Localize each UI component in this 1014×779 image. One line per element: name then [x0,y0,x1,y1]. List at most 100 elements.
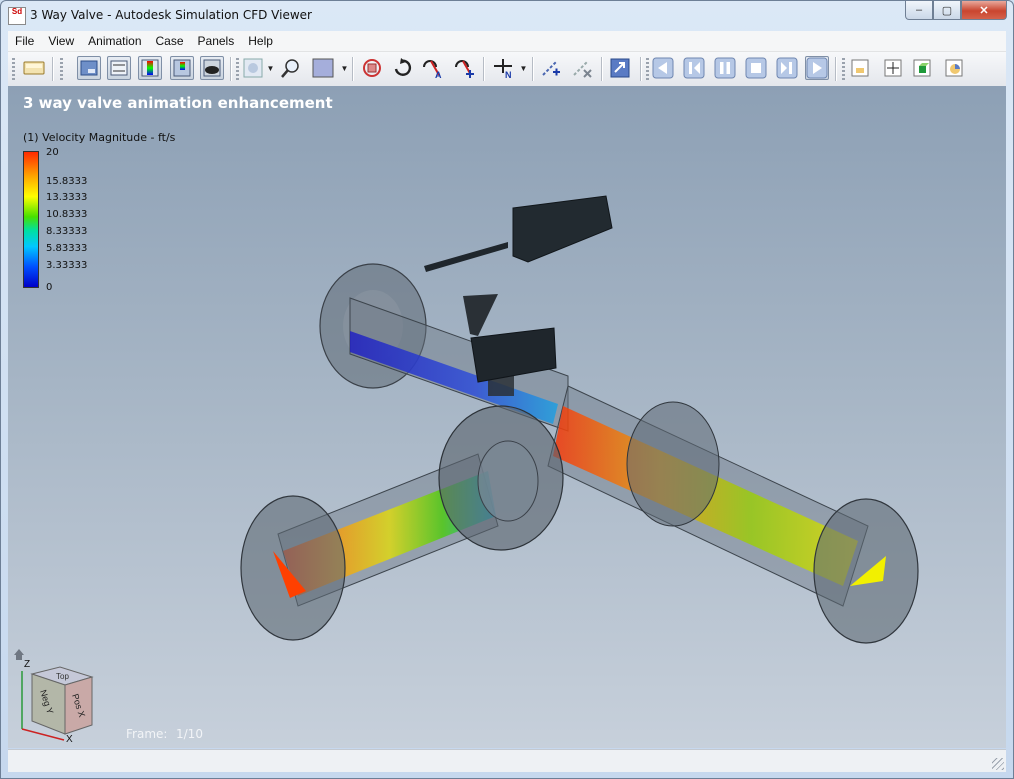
frame-counter: 1/10 [176,727,203,741]
shaded-view-button[interactable] [200,56,224,80]
menu-case[interactable]: Case [149,31,191,51]
list-view-icon [110,60,128,76]
rotate-button[interactable] [391,56,415,80]
toolbar-separator [483,57,485,81]
pause-icon [714,57,736,79]
close-button[interactable]: ✕ [961,1,1007,20]
menu-panels[interactable]: Panels [191,31,242,51]
step-back-button[interactable] [682,56,706,80]
shaded-view-icon [203,59,221,77]
window-title: 3 Way Valve - Autodesk Simulation CFD Vi… [30,8,312,22]
clear-measure-button[interactable] [570,56,594,80]
step-forward-icon [776,57,798,79]
panel-3d-icon [913,59,931,77]
maximize-button[interactable]: ▢ [933,1,961,20]
svg-text:A: A [435,70,442,79]
rotate-about-a-icon: A [423,60,442,79]
toolbar-grip[interactable] [646,58,649,80]
background-color-dropdown[interactable]: ▼ [340,56,349,80]
stop-button[interactable] [744,56,768,80]
background-color-button[interactable] [311,56,335,80]
rotate-icon [394,58,412,76]
fit-view-dropdown[interactable]: ▼ [266,56,275,80]
results-legend-icon [173,59,191,77]
step-back-icon [683,57,705,79]
toolbar-separator [532,57,534,81]
toolbar-grip[interactable] [60,58,63,80]
minimize-button[interactable]: – [905,1,933,20]
app-window: Sd 3 Way Valve - Autodesk Simulation CFD… [0,0,1014,779]
axis-x-label: X [66,734,73,745]
panel-chart-button[interactable] [942,56,966,80]
results-legend-button[interactable] [170,56,194,80]
play-icon [806,57,828,79]
panel-bottom-icon [851,59,869,77]
panel-bottom-button[interactable] [848,56,872,80]
toolbar-separator [52,57,54,81]
open-file-icon [23,61,45,75]
toolbar-separator [640,57,642,81]
first-frame-button[interactable] [651,56,675,80]
export-icon [610,58,630,78]
home-icon[interactable] [14,649,24,655]
menu-file[interactable]: File [8,31,41,51]
pause-button[interactable] [713,56,737,80]
reset-view-icon [363,59,381,77]
view-normal-button[interactable]: N [491,56,515,80]
measure-distance-icon [542,60,560,76]
view-normal-dropdown[interactable]: ▼ [519,56,528,80]
toolbar-grip[interactable] [12,58,15,80]
table-view-button[interactable] [77,56,101,80]
background-color-icon [312,58,334,78]
view-normal-icon: N [494,59,512,79]
valve-model[interactable] [8,86,1006,748]
home-icon-base [16,655,22,660]
rotate-about-b-icon [455,60,474,78]
panel-cross-button[interactable] [881,56,905,80]
panel-chart-icon [945,59,963,77]
stop-icon [745,57,767,79]
open-file-button[interactable] [22,56,46,80]
color-legend-icon [141,59,159,77]
frame-label: Frame: [126,727,168,741]
title-bar: Sd 3 Way Valve - Autodesk Simulation CFD… [1,1,1013,31]
cube-label-top: Top [56,672,69,681]
toolbar-separator [230,57,232,81]
app-icon[interactable]: Sd [8,7,26,25]
rotate-about-b-button[interactable] [453,56,477,80]
toolbar-separator [352,57,354,81]
window-controls: – ▢ ✕ [905,1,1007,20]
menu-bar: File View Animation Case Panels Help [8,31,1006,52]
menu-view[interactable]: View [41,31,81,51]
toolbar-grip[interactable] [236,58,239,80]
flange-left [240,495,346,641]
play-button[interactable] [805,56,829,80]
menu-help[interactable]: Help [241,31,280,51]
toolbar: ▼ ▼ A N ▼ [8,52,1006,87]
fit-view-icon [243,58,263,78]
menu-animation[interactable]: Animation [81,31,148,51]
svg-text:N: N [505,70,512,79]
export-button[interactable] [608,56,632,80]
resize-grip[interactable] [992,758,1004,770]
measure-distance-button[interactable] [539,56,563,80]
color-legend-button[interactable] [138,56,162,80]
clear-measure-icon [573,60,592,78]
list-view-button[interactable] [107,56,131,80]
fit-view-button[interactable] [241,56,265,80]
valve-ball [477,440,539,522]
first-frame-icon [652,57,674,79]
reset-view-button[interactable] [360,56,384,80]
zoom-icon [281,59,299,78]
view-cube[interactable]: Z X Top Neg Y Pos X [10,641,100,746]
zoom-button[interactable] [279,56,303,80]
flange-right [813,498,919,644]
toolbar-grip[interactable] [842,58,845,80]
flange-mid-right [626,401,720,527]
viewport-3d[interactable]: 3 way valve animation enhancement (1) Ve… [8,86,1006,748]
toolbar-separator [835,57,837,81]
panel-3d-button[interactable] [910,56,934,80]
rotate-about-a-button[interactable]: A [421,56,445,80]
step-forward-button[interactable] [775,56,799,80]
actuator-upper [512,195,613,263]
